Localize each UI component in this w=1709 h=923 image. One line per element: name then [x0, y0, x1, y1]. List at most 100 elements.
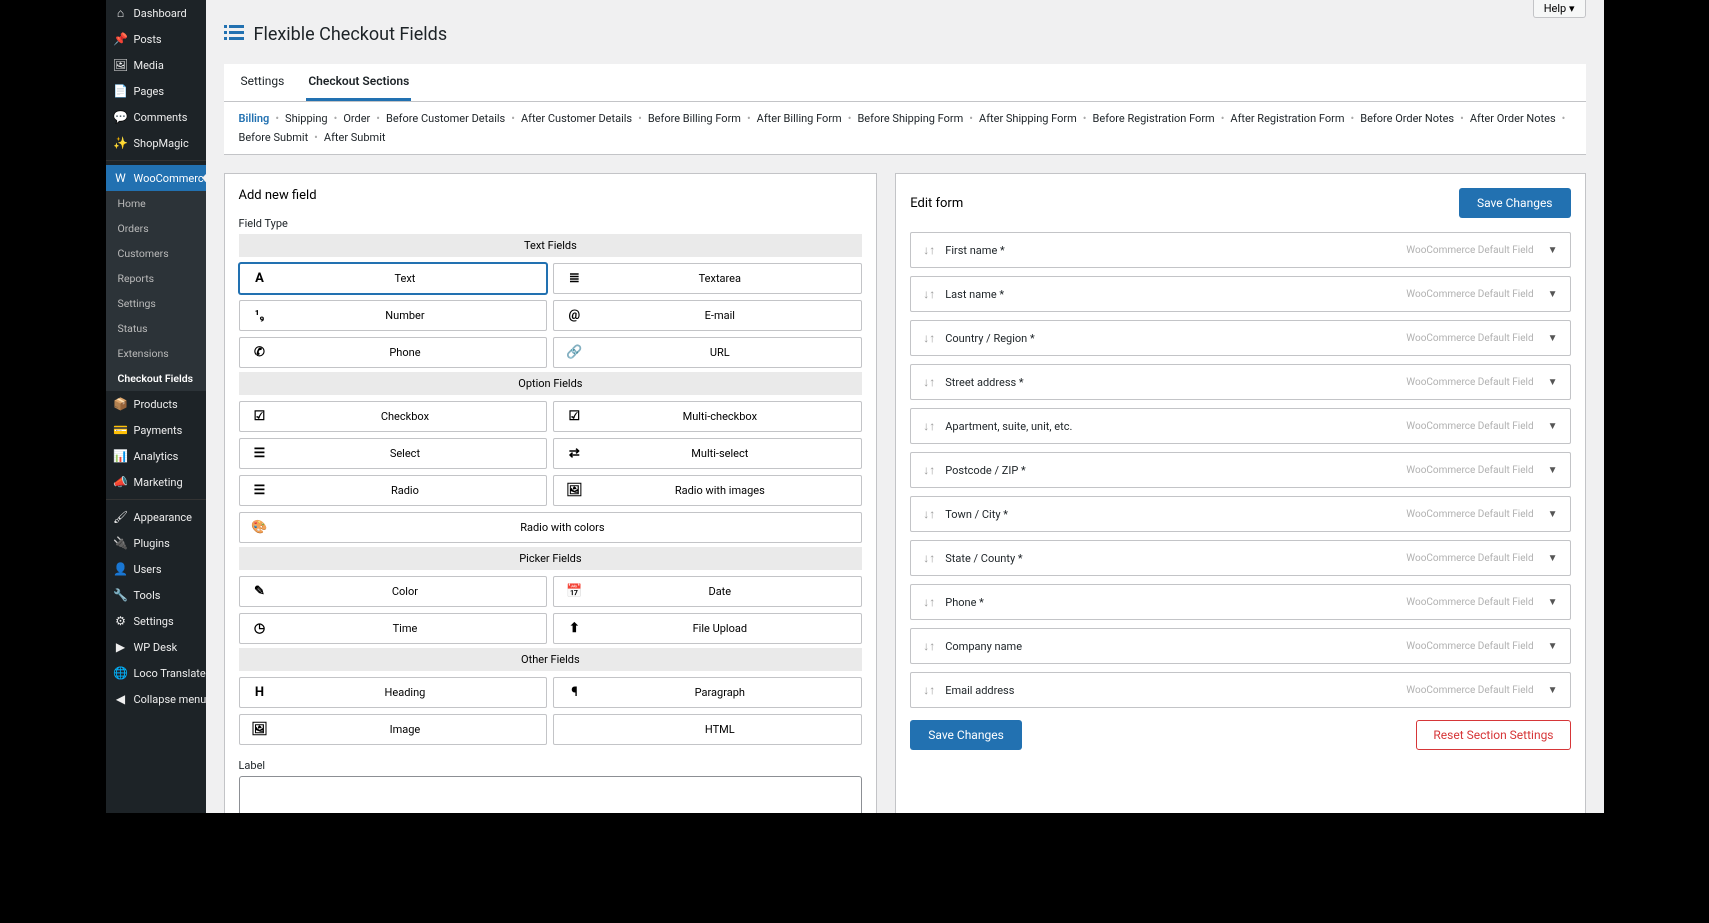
drag-icon[interactable]: ↓↑ [923, 243, 935, 257]
sidebar-item-posts[interactable]: 📌Posts [106, 26, 206, 52]
field-row-company-name[interactable]: ↓↑Company nameWooCommerce Default Field▼ [910, 628, 1570, 664]
field-type-multi-checkbox[interactable]: ☑Multi-checkbox [553, 401, 862, 432]
drag-icon[interactable]: ↓↑ [923, 551, 935, 565]
chevron-down-icon[interactable]: ▼ [1548, 245, 1558, 256]
help-tab[interactable]: Help ▾ [1533, 0, 1586, 18]
subsection-billing[interactable]: Billing [239, 112, 270, 125]
reset-section-button[interactable]: Reset Section Settings [1416, 720, 1570, 750]
label-textarea[interactable] [239, 776, 863, 813]
chevron-down-icon[interactable]: ▼ [1548, 377, 1558, 388]
chevron-down-icon[interactable]: ▼ [1548, 641, 1558, 652]
subsection-order[interactable]: Order [343, 112, 370, 125]
sidebar-sub-checkout-fields[interactable]: Checkout Fields [106, 366, 206, 391]
subsection-before-billing-form[interactable]: Before Billing Form [648, 112, 741, 125]
sidebar-item-wp-desk[interactable]: ▶WP Desk [106, 634, 206, 660]
field-type-textarea[interactable]: ≣Textarea [553, 263, 862, 294]
sidebar-item-dashboard[interactable]: ⌂Dashboard [106, 0, 206, 26]
field-type-text[interactable]: AText [239, 263, 548, 294]
field-type-checkbox[interactable]: ☑Checkbox [239, 401, 548, 432]
tab-checkout-sections[interactable]: Checkout Sections [306, 64, 411, 101]
field-type-radio[interactable]: ☰Radio [239, 475, 548, 506]
field-type-heading[interactable]: HHeading [239, 677, 548, 708]
sidebar-item-analytics[interactable]: 📊Analytics [106, 443, 206, 469]
save-changes-button-top[interactable]: Save Changes [1459, 188, 1571, 218]
sidebar-item-loco-translate[interactable]: 🌐Loco Translate [106, 660, 206, 686]
field-type-url[interactable]: 🔗URL [553, 337, 862, 368]
sidebar-sub-settings[interactable]: Settings [106, 291, 206, 316]
tab-settings[interactable]: Settings [239, 64, 287, 101]
sidebar-sub-extensions[interactable]: Extensions [106, 341, 206, 366]
subsection-before-registration-form[interactable]: Before Registration Form [1093, 112, 1215, 125]
sidebar-item-marketing[interactable]: 📣Marketing [106, 469, 206, 495]
subsection-after-billing-form[interactable]: After Billing Form [757, 112, 842, 125]
sidebar-sub-customers[interactable]: Customers [106, 241, 206, 266]
drag-icon[interactable]: ↓↑ [923, 375, 935, 389]
sidebar-item-products[interactable]: 📦Products [106, 391, 206, 417]
sidebar-item-woocommerce[interactable]: WWooCommerce [106, 165, 206, 191]
chevron-down-icon[interactable]: ▼ [1548, 465, 1558, 476]
drag-icon[interactable]: ↓↑ [923, 419, 935, 433]
subsection-after-submit[interactable]: After Submit [324, 131, 386, 144]
sidebar-item-settings[interactable]: ⚙Settings [106, 608, 206, 634]
field-type-multi-select[interactable]: ⇄Multi-select [553, 438, 862, 469]
field-type-e-mail[interactable]: @E-mail [553, 300, 862, 331]
field-type-phone[interactable]: ✆Phone [239, 337, 548, 368]
sidebar-item-shopmagic[interactable]: ✨ShopMagic [106, 130, 206, 156]
chevron-down-icon[interactable]: ▼ [1548, 553, 1558, 564]
sidebar-sub-reports[interactable]: Reports [106, 266, 206, 291]
drag-icon[interactable]: ↓↑ [923, 639, 935, 653]
field-type-number[interactable]: ¹₉Number [239, 300, 548, 331]
subsection-after-shipping-form[interactable]: After Shipping Form [979, 112, 1077, 125]
subsection-before-order-notes[interactable]: Before Order Notes [1360, 112, 1454, 125]
chevron-down-icon[interactable]: ▼ [1548, 685, 1558, 696]
field-row-country-region-[interactable]: ↓↑Country / Region *WooCommerce Default … [910, 320, 1570, 356]
sidebar-sub-status[interactable]: Status [106, 316, 206, 341]
drag-icon[interactable]: ↓↑ [923, 331, 935, 345]
save-changes-button-bottom[interactable]: Save Changes [910, 720, 1022, 750]
chevron-down-icon[interactable]: ▼ [1548, 509, 1558, 520]
drag-icon[interactable]: ↓↑ [923, 287, 935, 301]
sidebar-item-plugins[interactable]: 🔌Plugins [106, 530, 206, 556]
field-type-date[interactable]: 📅Date [553, 576, 862, 607]
sidebar-item-pages[interactable]: 📄Pages [106, 78, 206, 104]
field-type-radio-with-images[interactable]: 🖼Radio with images [553, 475, 862, 506]
field-type-radio-with-colors[interactable]: 🎨Radio with colors [239, 512, 863, 543]
subsection-before-shipping-form[interactable]: Before Shipping Form [857, 112, 963, 125]
sidebar-item-appearance[interactable]: 🖌Appearance [106, 504, 206, 530]
field-type-file-upload[interactable]: ⬆File Upload [553, 613, 862, 644]
field-type-paragraph[interactable]: ¶Paragraph [553, 677, 862, 708]
drag-icon[interactable]: ↓↑ [923, 507, 935, 521]
field-type-html[interactable]: HTML [553, 714, 862, 745]
field-row-email-address[interactable]: ↓↑Email addressWooCommerce Default Field… [910, 672, 1570, 708]
sidebar-sub-home[interactable]: Home [106, 191, 206, 216]
subsection-shipping[interactable]: Shipping [285, 112, 328, 125]
chevron-down-icon[interactable]: ▼ [1548, 333, 1558, 344]
field-row-apartment-suite-unit-etc-[interactable]: ↓↑Apartment, suite, unit, etc.WooCommerc… [910, 408, 1570, 444]
sidebar-item-media[interactable]: 🖼Media [106, 52, 206, 78]
drag-icon[interactable]: ↓↑ [923, 683, 935, 697]
field-row-last-name-[interactable]: ↓↑Last name *WooCommerce Default Field▼ [910, 276, 1570, 312]
chevron-down-icon[interactable]: ▼ [1548, 597, 1558, 608]
sidebar-item-tools[interactable]: 🔧Tools [106, 582, 206, 608]
field-row-phone-[interactable]: ↓↑Phone *WooCommerce Default Field▼ [910, 584, 1570, 620]
subsection-before-submit[interactable]: Before Submit [239, 131, 309, 144]
field-type-color[interactable]: ✎Color [239, 576, 548, 607]
sidebar-sub-orders[interactable]: Orders [106, 216, 206, 241]
sidebar-item-collapse-menu[interactable]: ◀Collapse menu [106, 686, 206, 712]
sidebar-item-users[interactable]: 👤Users [106, 556, 206, 582]
field-row-state-county-[interactable]: ↓↑State / County *WooCommerce Default Fi… [910, 540, 1570, 576]
drag-icon[interactable]: ↓↑ [923, 595, 935, 609]
field-row-town-city-[interactable]: ↓↑Town / City *WooCommerce Default Field… [910, 496, 1570, 532]
subsection-after-customer-details[interactable]: After Customer Details [521, 112, 632, 125]
field-row-postcode-zip-[interactable]: ↓↑Postcode / ZIP *WooCommerce Default Fi… [910, 452, 1570, 488]
field-type-time[interactable]: ◷Time [239, 613, 548, 644]
chevron-down-icon[interactable]: ▼ [1548, 289, 1558, 300]
field-row-street-address-[interactable]: ↓↑Street address *WooCommerce Default Fi… [910, 364, 1570, 400]
drag-icon[interactable]: ↓↑ [923, 463, 935, 477]
sidebar-item-comments[interactable]: 💬Comments [106, 104, 206, 130]
chevron-down-icon[interactable]: ▼ [1548, 421, 1558, 432]
field-type-image[interactable]: 🖼Image [239, 714, 548, 745]
subsection-after-order-notes[interactable]: After Order Notes [1470, 112, 1556, 125]
sidebar-item-payments[interactable]: 💳Payments [106, 417, 206, 443]
field-row-first-name-[interactable]: ↓↑First name *WooCommerce Default Field▼ [910, 232, 1570, 268]
